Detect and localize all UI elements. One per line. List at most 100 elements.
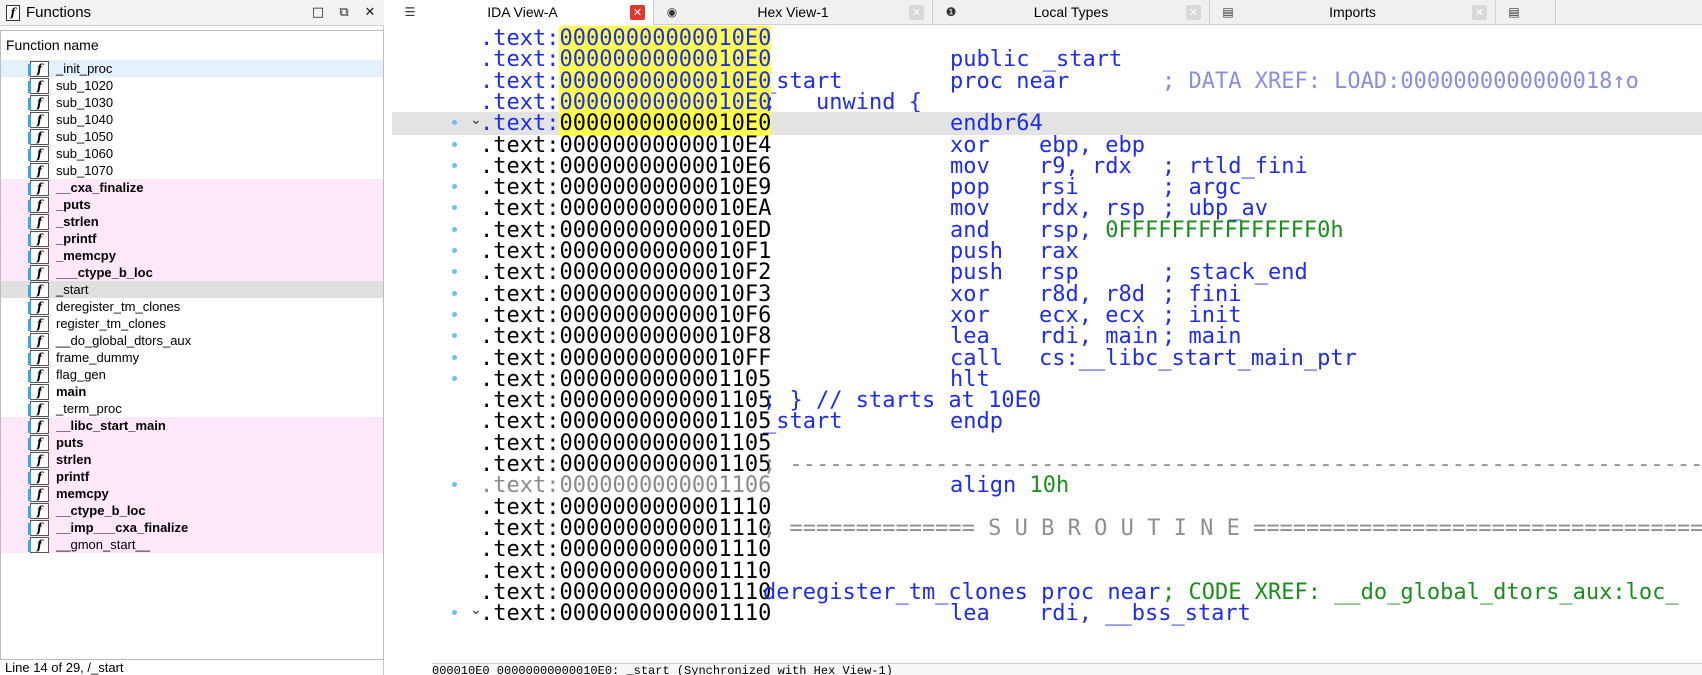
- function-icon: f: [28, 163, 49, 179]
- function-row[interactable]: f main: [1, 383, 383, 400]
- function-name: __do_global_dtors_aux: [56, 333, 192, 348]
- breakpoint-dot-icon[interactable]: [452, 311, 457, 317]
- function-row[interactable]: f __do_global_dtors_aux: [1, 332, 383, 349]
- function-icon: f: [28, 112, 49, 128]
- function-row[interactable]: f ___ctype_b_loc: [1, 264, 383, 281]
- function-icon: f: [6, 4, 20, 21]
- function-row[interactable]: f sub_1030: [1, 94, 383, 111]
- function-icon: f: [28, 401, 49, 417]
- function-icon: f: [28, 350, 49, 366]
- function-row[interactable]: f __libc_start_main: [1, 417, 383, 434]
- tab-overflow[interactable]: ▤: [1496, 0, 1556, 25]
- breakpoint-dot-icon[interactable]: [452, 141, 457, 147]
- function-row[interactable]: f _puts: [1, 196, 383, 213]
- function-row[interactable]: f __imp___cxa_finalize: [1, 519, 383, 536]
- function-icon: f: [28, 299, 49, 315]
- breakpoint-dot-icon[interactable]: [452, 184, 457, 190]
- tab-label: Hex View-1: [757, 4, 829, 20]
- code-comment: ; stack_end: [1162, 260, 1308, 286]
- code-line[interactable]: .text:0000000000001110: [392, 538, 1702, 561]
- function-row[interactable]: f sub_1020: [1, 77, 383, 94]
- function-row[interactable]: f _memcpy: [1, 247, 383, 264]
- operands: rsp, 0FFFFFFFFFFFFFFF0h: [1039, 219, 1344, 242]
- breakpoint-dot-icon[interactable]: [452, 354, 457, 360]
- function-row[interactable]: f register_tm_clones: [1, 315, 383, 332]
- tab-hex-view-1[interactable]: ◉ Hex View-1 ✕: [654, 0, 933, 25]
- function-name: __imp___cxa_finalize: [56, 520, 189, 535]
- function-row[interactable]: f _term_proc: [1, 400, 383, 417]
- function-icon: f: [28, 435, 49, 451]
- function-name: _memcpy: [56, 248, 116, 263]
- function-row[interactable]: f __ctype_b_loc: [1, 502, 383, 519]
- function-rows: f _init_proc f sub_1020 f sub_1030 f sub_1040 f s…: [1, 60, 383, 553]
- function-icon: f: [28, 248, 49, 264]
- function-row[interactable]: f frame_dummy: [1, 349, 383, 366]
- code-line[interactable]: ⌄ .text:0000000000001110 lea rdi, __bss_sta…: [392, 602, 1702, 625]
- function-row[interactable]: f _strlen: [1, 213, 383, 230]
- mnemonic-text: lea: [950, 601, 990, 627]
- function-row[interactable]: f flag_gen: [1, 366, 383, 383]
- code-line[interactable]: .text:0000000000001105 _start endp: [392, 410, 1702, 433]
- numeric-operand: 10h: [1029, 473, 1070, 499]
- code-line[interactable]: .text:0000000000001106 align 10h: [392, 474, 1702, 497]
- structures-icon: ▤: [1508, 5, 1520, 19]
- breakpoint-dot-icon[interactable]: [452, 162, 457, 168]
- view-tabbar: ☰ IDA View-A ✕ ◉ Hex View-1 ✕ ❶ Local Types ✕ ▤ Im…: [392, 0, 1702, 25]
- breakpoint-dot-icon[interactable]: [452, 205, 457, 211]
- breakpoint-dot-icon[interactable]: [452, 269, 457, 275]
- function-row[interactable]: f __gmon_start__: [1, 536, 383, 553]
- breakpoint-dot-icon[interactable]: [452, 375, 457, 381]
- breakpoint-dot-icon[interactable]: [452, 290, 457, 296]
- function-row[interactable]: f sub_1040: [1, 111, 383, 128]
- breakpoint-dot-icon[interactable]: [452, 610, 457, 616]
- close-icon[interactable]: ✕: [1186, 5, 1201, 20]
- function-name: strlen: [56, 452, 92, 467]
- tab-imports[interactable]: ▤ Imports ✕: [1210, 0, 1496, 25]
- function-row[interactable]: f puts: [1, 434, 383, 451]
- breakpoint-dot-icon[interactable]: [452, 333, 457, 339]
- function-row[interactable]: f sub_1070: [1, 162, 383, 179]
- mnemonic: proc near: [950, 70, 1069, 93]
- maximize-icon[interactable]: □: [308, 3, 328, 23]
- column-header-function-name[interactable]: Function name: [6, 37, 99, 53]
- breakpoint-dot-icon[interactable]: [452, 120, 457, 126]
- close-icon[interactable]: ✕: [630, 5, 645, 20]
- function-icon: f: [28, 418, 49, 434]
- function-icon: f: [28, 486, 49, 502]
- close-icon[interactable]: ✕: [909, 5, 924, 20]
- breakpoint-dot-icon[interactable]: [452, 482, 457, 488]
- function-row[interactable]: f strlen: [1, 451, 383, 468]
- breakpoint-dot-icon[interactable]: [452, 248, 457, 253]
- disassembly-view[interactable]: .text:00000000000010E0 .text:000000000000…: [392, 25, 1702, 663]
- mnemonic: lea: [950, 602, 990, 625]
- float-icon[interactable]: ⧉: [334, 3, 354, 23]
- functions-panel: f Functions □ ⧉ ✕ Function name f _init_p…: [0, 0, 384, 675]
- function-row[interactable]: f _init_proc: [1, 60, 383, 77]
- numeric-operand: 0FFFFFFFFFFFFFFF0h: [1105, 217, 1344, 243]
- close-icon[interactable]: ✕: [1472, 5, 1487, 20]
- function-icon: f: [28, 452, 49, 468]
- function-row[interactable]: f deregister_tm_clones: [1, 298, 383, 315]
- function-name: sub_1060: [56, 146, 114, 161]
- function-row[interactable]: f __cxa_finalize: [1, 179, 383, 196]
- function-row[interactable]: f _printf: [1, 230, 383, 247]
- function-icon: f: [28, 214, 49, 230]
- code-label: ; --------------------------------------…: [763, 452, 1702, 477]
- function-row[interactable]: f memcpy: [1, 485, 383, 502]
- function-row[interactable]: f _start: [1, 281, 383, 298]
- function-icon: f: [28, 520, 49, 536]
- tab-local-types[interactable]: ❶ Local Types ✕: [933, 0, 1210, 25]
- tab-ida-view-a[interactable]: ☰ IDA View-A ✕: [392, 0, 654, 25]
- function-name: memcpy: [56, 486, 109, 501]
- functions-list[interactable]: Function name f _init_proc f sub_1020 f sub_1…: [0, 30, 384, 660]
- function-icon: f: [28, 469, 49, 485]
- function-row[interactable]: f printf: [1, 468, 383, 485]
- tab-label: Local Types: [1033, 4, 1109, 20]
- function-row[interactable]: f sub_1050: [1, 128, 383, 145]
- function-icon: f: [28, 78, 49, 94]
- functions-status: Line 14 of 29, /_start: [5, 660, 124, 675]
- function-row[interactable]: f sub_1060: [1, 145, 383, 162]
- function-name: printf: [56, 469, 90, 484]
- breakpoint-dot-icon[interactable]: [452, 226, 457, 232]
- close-icon[interactable]: ✕: [360, 3, 380, 23]
